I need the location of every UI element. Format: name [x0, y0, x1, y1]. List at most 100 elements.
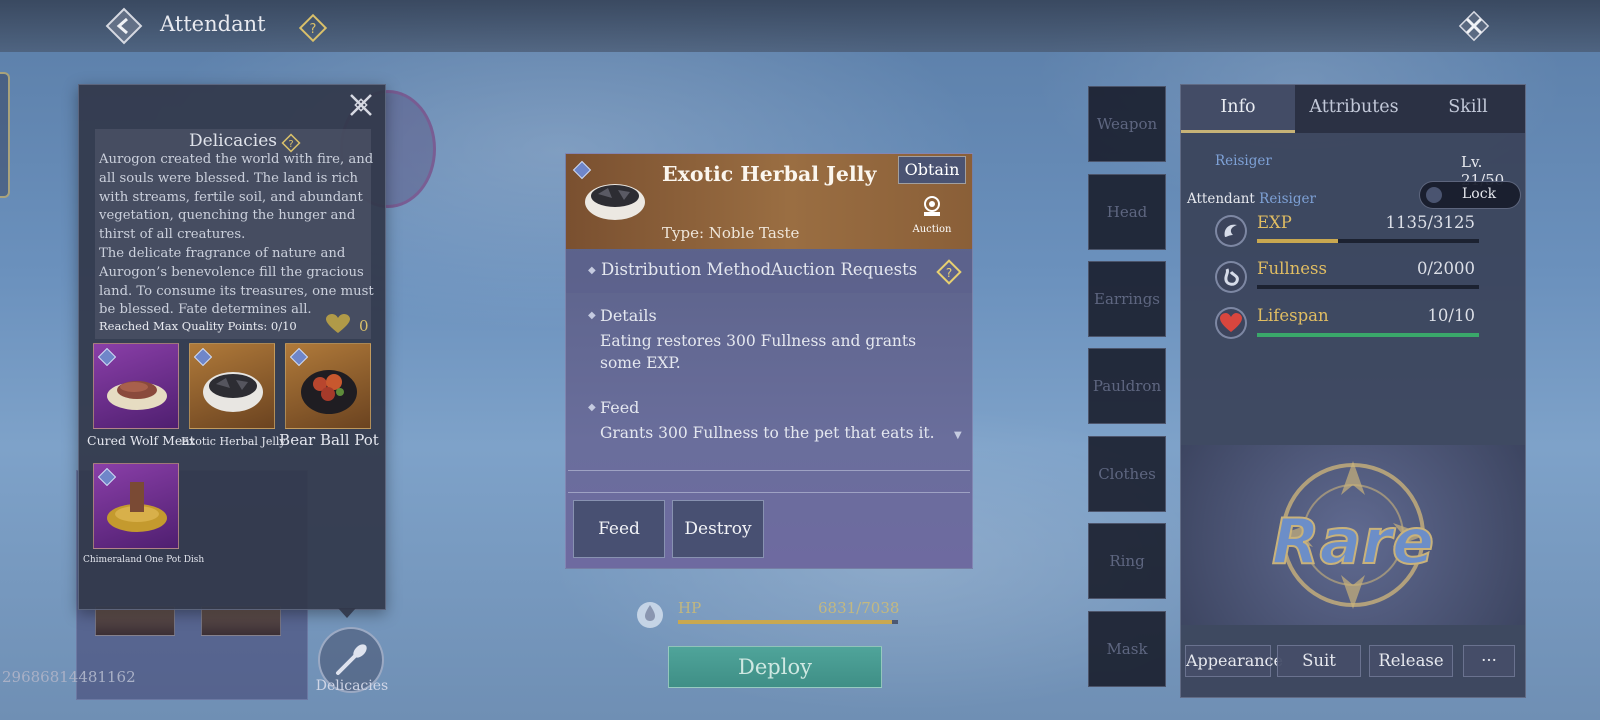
diamond-bullet-icon: ◆ [588, 310, 596, 321]
feed-button[interactable]: Feed [573, 500, 665, 558]
equip-slot-weapon[interactable]: Weapon [1088, 86, 1166, 162]
attendant-portrait[interactable] [201, 606, 281, 636]
equip-slot-head[interactable]: Head [1088, 174, 1166, 250]
food-label: Exotic Herbal Jelly [181, 435, 286, 448]
release-button[interactable]: Release [1369, 645, 1453, 677]
feed-text: Grants 300 Fullness to the pet that eats… [600, 424, 935, 442]
svg-text:?: ? [310, 22, 317, 37]
suit-button[interactable]: Suit [1277, 645, 1361, 677]
wolf-meat-plate-icon [102, 354, 172, 420]
delicacies-popup: Delicacies ? Aurogon created the world w… [78, 84, 386, 610]
heart-count: 0 [359, 317, 369, 335]
heart-icon [325, 313, 351, 335]
equip-slot-earrings[interactable]: Earrings [1088, 261, 1166, 337]
auction-icon[interactable] [918, 194, 946, 218]
lore-text: Aurogon created the world with fire, and… [99, 152, 374, 318]
auction-label: Auction [912, 224, 952, 235]
divider [568, 492, 970, 493]
lock-toggle[interactable]: Lock [1419, 181, 1521, 209]
hp-bar-fill [678, 620, 892, 624]
diamond-bullet-icon: ◆ [588, 265, 596, 276]
help-icon[interactable]: ? [298, 13, 328, 43]
attendant-label: Attendant Reisiger [1187, 191, 1316, 207]
stat-bar [1257, 285, 1479, 289]
info-panel: Info Attributes Skill Reisiger Lv. 21/50… [1180, 84, 1526, 698]
side-tab[interactable] [0, 72, 10, 198]
equip-slot-pauldron[interactable]: Pauldron [1088, 348, 1166, 424]
help-icon[interactable]: ? [936, 259, 962, 285]
more-button[interactable]: ··· [1463, 645, 1515, 677]
stat-bar-fill [1257, 239, 1338, 243]
item-type: Type: Noble Taste [662, 224, 800, 242]
food-slot-exotic-herbal-jelly[interactable] [189, 343, 275, 429]
food-slot-cured-wolf-meat[interactable] [93, 343, 179, 429]
stat-value: 0/2000 [1416, 259, 1475, 278]
destroy-button[interactable]: Destroy [672, 500, 764, 558]
food-slot-bear-ball-pot[interactable] [285, 343, 371, 429]
back-icon[interactable] [104, 6, 144, 46]
one-pot-dish-icon [102, 474, 172, 540]
item-name: Exotic Herbal Jelly [662, 162, 877, 186]
stat-bar [1257, 239, 1479, 243]
distribution-row: ◆ Distribution Method Auction Requests ? [566, 251, 972, 293]
stat-name: Fullness [1257, 259, 1327, 278]
obtain-button[interactable]: Obtain [898, 156, 966, 184]
stomach-icon [1215, 261, 1247, 293]
food-slot-one-pot-dish[interactable] [93, 463, 179, 549]
divider [568, 470, 970, 471]
help-icon[interactable]: ? [281, 133, 301, 153]
lock-knob [1426, 187, 1442, 203]
attendant-portrait[interactable] [95, 606, 175, 636]
pet-class: Reisiger [1215, 153, 1272, 169]
tab-info[interactable]: Info [1181, 85, 1295, 133]
uid-text: 29686814481162 [2, 668, 136, 686]
close-icon[interactable] [1456, 8, 1492, 44]
hp-bar [678, 620, 898, 624]
attendant-class: Reisiger [1259, 191, 1316, 207]
stat-value: 1135/3125 [1385, 213, 1475, 232]
tab-attributes[interactable]: Attributes [1297, 85, 1411, 133]
rarity-art: Rare [1181, 445, 1525, 625]
hp-value: 6831/7038 [818, 599, 900, 617]
tab-bar: Info Attributes Skill [1181, 85, 1525, 133]
details-title: Details [600, 306, 657, 325]
details-text: Eating restores 300 Fullness and grants … [600, 332, 917, 372]
exp-swirl-icon [1215, 215, 1247, 247]
stat-value: 10/10 [1427, 306, 1475, 325]
svg-text:?: ? [288, 139, 293, 150]
herbal-jelly-bowl-icon [198, 354, 268, 420]
scroll-down-icon[interactable]: ▼ [954, 430, 962, 441]
page-title: Attendant [160, 12, 266, 36]
bear-ball-pot-icon [294, 354, 364, 420]
lock-label: Lock [1462, 186, 1497, 202]
food-label: Bear Ball Pot [279, 431, 379, 449]
quality-points: Reached Max Quality Points: 0/10 [99, 319, 297, 333]
herbal-jelly-bowl-icon [584, 174, 646, 222]
distribution-label: Distribution Method [601, 260, 772, 279]
food-label: Chimeraland One Pot Dish [83, 555, 205, 565]
attendant-label-text: Attendant [1187, 191, 1255, 207]
hp-drop-icon [636, 597, 664, 629]
heart-icon [1215, 307, 1247, 339]
rarity-label: Rare [1271, 504, 1435, 579]
stat-bar [1257, 333, 1479, 337]
popup-title: Delicacies [189, 131, 277, 151]
hp-label: HP [678, 599, 702, 617]
stat-name: Lifespan [1257, 306, 1329, 325]
item-header: Exotic Herbal Jelly Type: Noble Taste Ob… [566, 154, 972, 249]
popup-close-icon[interactable] [347, 91, 375, 119]
food-label: Cured Wolf Meat [87, 433, 195, 448]
deploy-button[interactable]: Deploy [668, 646, 882, 688]
equip-slot-ring[interactable]: Ring [1088, 523, 1166, 599]
tab-skill[interactable]: Skill [1411, 85, 1525, 133]
equip-slot-clothes[interactable]: Clothes [1088, 436, 1166, 512]
diamond-bullet-icon: ◆ [588, 402, 596, 413]
equip-slot-mask[interactable]: Mask [1088, 611, 1166, 687]
stat-bar-fill [1257, 333, 1479, 337]
stat-name: EXP [1257, 213, 1292, 232]
appearance-button[interactable]: Appearance [1185, 645, 1283, 677]
feed-title: Feed [600, 398, 640, 417]
distribution-value: Auction Requests [771, 260, 918, 279]
delicacies-button-label: Delicacies [315, 678, 389, 694]
popup-pointer [338, 608, 356, 618]
